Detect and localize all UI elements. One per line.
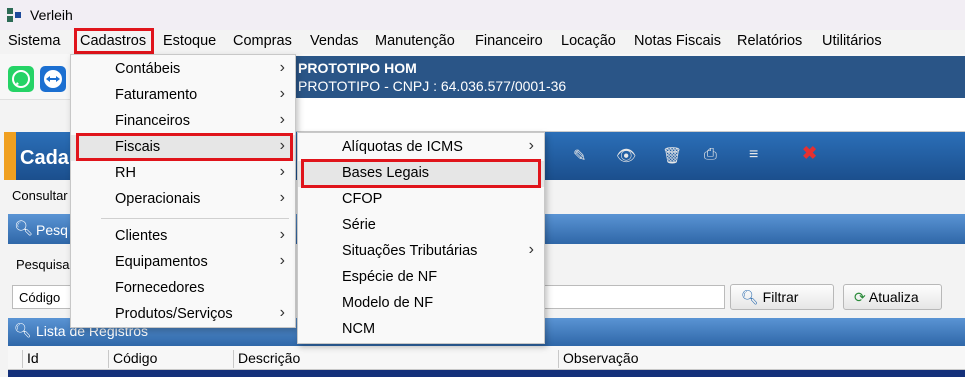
refresh-button[interactable]: ⟳ Atualiza (843, 284, 942, 310)
menu-notas-fiscais[interactable]: Notas Fiscais (634, 33, 721, 49)
chevron-right-icon: › (279, 304, 285, 321)
refresh-icon: ⟳ (854, 289, 866, 305)
chevron-right-icon: › (279, 85, 285, 102)
menu-locacao[interactable]: Locação (561, 33, 616, 49)
teamviewer-icon[interactable] (40, 66, 66, 92)
menu-item-produtos-servicos[interactable]: Produtos/Serviços › (71, 302, 295, 328)
form-title: Cada (20, 147, 69, 169)
menu-item-label: Fornecedores (115, 280, 205, 296)
company-header: PROTOTIPO HOM PROTOTIPO - CNPJ : 64.036.… (290, 56, 965, 98)
menu-item-label: Produtos/Serviços (115, 306, 233, 322)
menu-item-label: Contábeis (115, 61, 181, 77)
menu-item-label: Faturamento (115, 87, 198, 103)
header-white-area (290, 98, 965, 132)
edit-icon[interactable]: ✎ (573, 146, 586, 166)
search-section-title: Pesq (36, 222, 68, 238)
menu-item-label: CFOP (342, 191, 383, 207)
menu-item-label: Financeiros (115, 113, 190, 129)
menu-estoque[interactable]: Estoque (163, 33, 216, 49)
menu-item-label: Equipamentos (115, 254, 208, 270)
menu-item-contabeis[interactable]: Contábeis › (71, 57, 295, 83)
menu-item-clientes[interactable]: Clientes › (71, 224, 295, 250)
menu-item-label: Espécie de NF (342, 269, 438, 285)
search-label: Pesquisa (16, 257, 70, 272)
tab-consultar[interactable]: Consultar (12, 188, 68, 203)
chevron-right-icon: › (279, 111, 285, 128)
company-info: PROTOTIPO - CNPJ : 64.036.577/0001-36 (298, 78, 567, 94)
menu-item-aliquotas-icms[interactable]: Alíquotas de ICMS › (298, 135, 544, 161)
window-title: Verleih (30, 7, 73, 23)
menu-sistema[interactable]: Sistema (8, 33, 60, 49)
search-input[interactable] (520, 285, 725, 309)
menu-item-situacoes-tributarias[interactable]: Situações Tributárias › (298, 239, 544, 265)
fiscais-highlight-box (76, 133, 293, 161)
col-id[interactable]: Id (22, 350, 39, 368)
menu-item-label: Clientes (115, 228, 168, 244)
chevron-right-icon: › (279, 163, 285, 180)
cadastros-menu: Contábeis › Faturamento › Financeiros › Fis… (70, 54, 296, 328)
menu-item-label: RH (115, 165, 136, 181)
menu-item-operacionais[interactable]: Operacionais › (71, 187, 295, 213)
company-name: PROTOTIPO HOM (298, 60, 417, 76)
menu-item-faturamento[interactable]: Faturamento › (71, 83, 295, 109)
col-descricao[interactable]: Descrição (233, 350, 300, 368)
search-field-value: Código (19, 290, 61, 305)
col-observacao[interactable]: Observação (558, 350, 638, 368)
list-icon[interactable]: ≡ (749, 146, 758, 164)
magnifier-icon: 🔍︎ (741, 289, 759, 305)
menu-item-label: Modelo de NF (342, 295, 434, 311)
menu-item-label: Situações Tributárias (342, 243, 478, 259)
bases-legais-highlight-box (301, 159, 541, 188)
menu-item-ncm[interactable]: NCM (298, 317, 544, 343)
menu-manutencao[interactable]: Manutenção (375, 33, 455, 49)
print-icon[interactable]: ⎙ (704, 146, 717, 164)
menu-item-financeiros[interactable]: Financeiros › (71, 109, 295, 135)
menu-item-especie-nf[interactable]: Espécie de NF (298, 265, 544, 291)
menu-item-rh[interactable]: RH › (71, 161, 295, 187)
cadastros-highlight-box (74, 28, 154, 54)
menu-item-equipamentos[interactable]: Equipamentos › (71, 250, 295, 276)
menu-item-modelo-nf[interactable]: Modelo de NF (298, 291, 544, 317)
menu-financeiro[interactable]: Financeiro (475, 33, 543, 49)
chevron-right-icon: › (279, 252, 285, 269)
chevron-right-icon: › (528, 241, 534, 258)
menu-item-label: NCM (342, 321, 376, 337)
menu-item-fornecedores[interactable]: Fornecedores (71, 276, 295, 302)
menu-utilitarios[interactable]: Utilitários (822, 33, 882, 49)
table-row[interactable] (8, 370, 965, 377)
chevron-right-icon: › (279, 189, 285, 206)
trash-icon[interactable]: 🗑 (662, 146, 682, 166)
menu-separator (101, 218, 289, 219)
close-icon[interactable]: ✖ (802, 143, 817, 164)
search-icon: 🔍︎ (14, 220, 34, 237)
chevron-right-icon: › (528, 137, 534, 154)
refresh-button-label: Atualiza (868, 289, 919, 305)
menu-relatorios[interactable]: Relatórios (737, 33, 802, 49)
title-bar: Verleih (0, 0, 965, 30)
menu-item-label: Série (342, 217, 376, 233)
list-search-icon: 🔍︎ (14, 322, 32, 338)
filter-button[interactable]: 🔍︎ Filtrar (730, 284, 834, 310)
grid-header: Id Código Descrição Observação (8, 346, 965, 370)
app-icon (7, 8, 21, 22)
whatsapp-icon[interactable] (8, 66, 34, 92)
menu-item-label: Operacionais (115, 191, 201, 207)
filter-button-label: Filtrar (762, 289, 799, 305)
menu-item-cfop[interactable]: CFOP (298, 187, 544, 213)
menu-item-serie[interactable]: Série (298, 213, 544, 239)
menu-compras[interactable]: Compras (233, 33, 292, 49)
menu-item-label: Alíquotas de ICMS (342, 139, 463, 155)
menu-vendas[interactable]: Vendas (310, 33, 358, 49)
col-codigo[interactable]: Código (108, 350, 157, 368)
chevron-right-icon: › (279, 226, 285, 243)
chevron-right-icon: › (279, 59, 285, 76)
view-icon[interactable]: 👁 (616, 146, 636, 166)
